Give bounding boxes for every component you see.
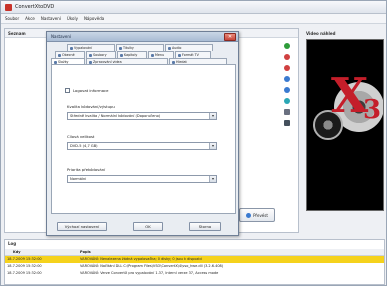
log-header: Kdy Popis <box>5 249 384 256</box>
target-size-select[interactable]: DVD-5 (4,7 GB) ▾ <box>67 142 217 150</box>
general-icon <box>58 53 61 57</box>
convert-icon <box>246 212 252 218</box>
ok-button[interactable]: OK <box>133 222 163 231</box>
tab-content-panel <box>51 64 236 214</box>
title-bar: ConvertXtoDVD <box>1 1 386 14</box>
remove-icon[interactable] <box>284 54 290 60</box>
audio-icon <box>168 46 171 50</box>
chevron-down-icon: ▾ <box>209 143 216 149</box>
priority-label: Priorita překódování <box>67 167 106 172</box>
tab-row-2: Obecné Soubory Kapitoly Menu Formát TV <box>55 51 212 58</box>
app-logo-icon <box>5 4 12 11</box>
menu-napoveda[interactable]: Nápověda <box>84 16 104 21</box>
tab-vypalovani[interactable]: Vypalování <box>67 44 115 51</box>
chevron-down-icon: ▾ <box>209 176 216 182</box>
tab-audio[interactable]: Audio <box>165 44 213 51</box>
chevron-down-icon: ▾ <box>209 113 216 119</box>
menu-ukoly[interactable]: Úkoly <box>67 16 78 21</box>
tab-soubory[interactable]: Soubory <box>86 51 116 58</box>
tab-format-tv[interactable]: Formát TV <box>175 51 211 58</box>
burn-icon <box>70 46 73 50</box>
video-preview: X 3 <box>306 39 384 211</box>
menu-soubor[interactable]: Soubor <box>5 16 19 21</box>
log-row[interactable]: 18.7.2009 15:32:00 VAROVÁNÍ: Načítání DL… <box>5 263 384 270</box>
move-up-icon[interactable] <box>284 76 290 82</box>
log-col-description[interactable]: Popis <box>80 250 91 254</box>
grid-icon[interactable] <box>284 109 290 115</box>
delete-icon[interactable] <box>284 65 290 71</box>
add-icon[interactable] <box>284 43 290 49</box>
window-title: ConvertXtoDVD <box>15 4 55 10</box>
chapters-icon <box>120 53 123 57</box>
tv-icon <box>178 53 181 57</box>
close-icon[interactable]: ✕ <box>224 33 236 41</box>
files-icon <box>89 53 92 57</box>
log-col-when[interactable]: Kdy <box>13 250 21 254</box>
log-info-label: Logovat informace <box>73 88 109 93</box>
dialog-button-row: Výchozí nastavení OK Storno <box>51 222 236 232</box>
action-icon-strip <box>281 43 293 131</box>
menu-icon <box>151 53 154 57</box>
app-window: ConvertXtoDVD Soubor Akce Nastavení Úkol… <box>0 0 387 286</box>
tab-kapitoly[interactable]: Kapitoly <box>117 51 147 58</box>
tab-obecne[interactable]: Obecné <box>55 51 85 58</box>
refresh-icon[interactable] <box>284 98 290 104</box>
cancel-button[interactable]: Storno <box>189 222 221 231</box>
dialog-title: Nastavení <box>51 34 72 39</box>
log-info-checkbox[interactable] <box>65 88 70 93</box>
priority-select[interactable]: Normální ▾ <box>67 175 217 183</box>
dialog-title-bar: Nastavení ✕ <box>47 32 238 42</box>
convert-label: Převést <box>253 212 268 218</box>
log-row[interactable]: 18.7.2009 15:32:00 VAROVÁNÍ: Nenalezena … <box>5 256 384 263</box>
quality-select[interactable]: Středně kvalita / Normální kódování (Dop… <box>67 112 217 120</box>
target-size-label: Cílová velikost <box>67 134 95 139</box>
menu-bar: Soubor Akce Nastavení Úkoly Nápověda <box>1 14 386 24</box>
log-row[interactable]: 18.7.2009 15:32:00 VAROVÁNÍ: Verze Conve… <box>5 270 384 277</box>
tab-row-1: Vypalování Titulky Audio <box>67 44 214 51</box>
quality-label: Kvalita kódování/výstupu <box>67 104 115 109</box>
subtitles-icon <box>119 46 122 50</box>
tab-titulky[interactable]: Titulky <box>116 44 164 51</box>
menu-nastaveni[interactable]: Nastavení <box>41 16 61 21</box>
preview-label: Video náhled <box>306 31 336 36</box>
properties-icon[interactable] <box>284 120 290 126</box>
seznam-label: Seznam <box>8 31 26 36</box>
log-panel: Log Kdy Popis 18.7.2009 15:32:00 VAROVÁN… <box>4 239 385 285</box>
menu-akce[interactable]: Akce <box>25 16 35 21</box>
log-title: Log <box>8 241 17 246</box>
version-logo: 3 <box>363 95 382 125</box>
log-info-checkbox-row[interactable]: Logovat informace <box>65 88 108 93</box>
move-down-icon[interactable] <box>284 87 290 93</box>
convert-button[interactable]: Převést <box>239 208 275 222</box>
reset-defaults-button[interactable]: Výchozí nastavení <box>57 222 107 231</box>
tab-menu[interactable]: Menu <box>148 51 174 58</box>
settings-dialog: Nastavení ✕ Vypalování Titulky Audio Obe… <box>46 31 239 236</box>
